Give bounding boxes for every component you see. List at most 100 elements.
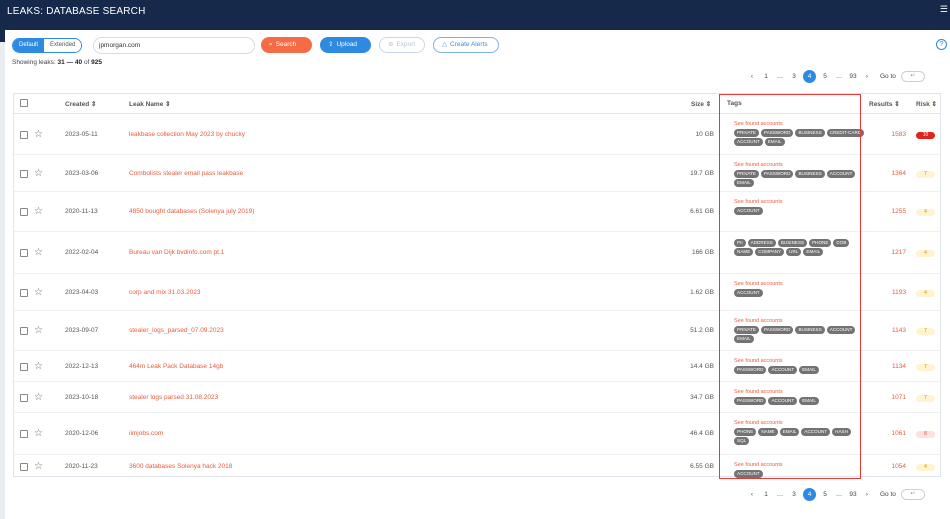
star-icon[interactable]: ☆ [34,288,43,298]
leak-size: 166 GB [691,249,714,256]
star-icon[interactable]: ☆ [34,429,43,439]
created-date: 2023-09-07 [65,327,99,334]
search-mode-toggle[interactable]: Default Extended [12,38,83,53]
created-date: 2023-05-11 [65,131,98,138]
star-icon[interactable]: ☆ [34,248,43,258]
risk-badge: 8 [916,431,935,438]
col-size[interactable]: Size ⇕ [691,100,711,108]
results-count[interactable]: 1217 [866,249,906,256]
upload-icon: ⇪ [328,41,334,48]
results-count[interactable]: 1255 [866,208,906,215]
star-icon[interactable]: ☆ [34,362,43,372]
pagination-top-next[interactable]: › [860,73,874,80]
created-date: 2020-11-23 [65,463,98,470]
pagination-top-page[interactable]: 5 [818,73,832,80]
search-icon: ⌕ [269,41,273,48]
row-checkbox[interactable] [20,463,28,471]
pagination-bottom-page[interactable]: 3 [787,491,801,498]
star-icon[interactable]: ☆ [34,130,43,140]
star-icon[interactable]: ☆ [34,462,43,472]
pagination-top-prev[interactable]: ‹ [745,73,759,80]
pagination-bottom-current-page[interactable]: 4 [803,487,816,501]
pagination-top-page[interactable]: 3 [787,73,801,80]
row-checkbox[interactable] [20,430,28,438]
search-button-label: Search [275,41,297,48]
created-date: 2020-12-06 [65,430,99,437]
leak-size: 46.4 GB [690,430,714,437]
pagination-bottom-page[interactable]: 93 [846,491,860,498]
pagination-top-current-page[interactable]: 4 [803,69,816,83]
leak-name-link[interactable]: 464m Leak Pack Database 14gb [129,363,223,370]
row-checkbox[interactable] [20,170,28,178]
star-icon[interactable]: ☆ [34,207,43,217]
export-icon: ⊕ [388,41,394,48]
star-icon[interactable]: ☆ [34,169,43,179]
results-count[interactable]: 1054 [866,463,906,470]
leak-size: 1.62 GB [690,289,714,296]
leak-name-link[interactable]: stealer logs parsed 31.08.2023 [129,394,218,401]
created-date: 2023-04-03 [65,289,99,296]
mode-default-button[interactable]: Default [13,39,45,52]
corner-icon[interactable]: ☰ [940,4,948,15]
star-icon[interactable]: ☆ [34,326,43,336]
col-results[interactable]: Results ⇕ [869,100,900,108]
row-checkbox[interactable] [20,208,28,216]
export-button-label: Export [396,41,416,48]
pagination-top-page[interactable]: … [773,73,787,80]
row-checkbox[interactable] [20,363,28,371]
results-count[interactable]: 1583 [866,131,906,138]
pagination-bottom-page[interactable]: … [773,491,787,498]
pagination-top-page[interactable]: 1 [759,73,773,80]
leak-name-link[interactable]: 3600 databases Solenya hack 2018 [129,463,232,470]
row-checkbox[interactable] [20,249,28,257]
results-count[interactable]: 1364 [866,170,906,177]
leak-name-link[interactable]: Combolists stealer email pass leakbase [129,170,243,177]
mode-extended-button[interactable]: Extended [44,39,82,52]
created-date: 2023-03-06 [65,170,99,177]
help-icon[interactable]: ? [936,39,947,50]
select-all-checkbox[interactable] [20,99,28,107]
pagination-top-goto-input[interactable]: ↵ [900,70,925,82]
leak-size: 19.7 GB [690,170,714,177]
leak-name-link[interactable]: corp and mix 31.03.2023 [129,289,201,296]
risk-badge: 7 [916,328,935,335]
leak-name-link[interactable]: stealer_logs_parsed_07.09.2023 [129,327,224,334]
results-count[interactable]: 1134 [866,363,906,370]
row-checkbox[interactable] [20,327,28,335]
export-button[interactable]: ⊕ Export [379,37,425,53]
pagination-bottom-next[interactable]: › [860,491,874,498]
leak-name-link[interactable]: 4850 bought databases (Solenya july 2019… [129,208,254,215]
results-count[interactable]: 1193 [866,289,906,296]
results-count[interactable]: 1071 [866,394,906,401]
results-count[interactable]: 1143 [866,327,906,334]
pagination-bottom-page[interactable]: … [832,491,846,498]
leak-name-link[interactable]: Bureau van Dijk bvdinfo.com pt.1 [129,249,224,256]
leak-name-link[interactable]: leakbase collection May 2023 by chucky [129,131,245,138]
row-checkbox[interactable] [20,289,28,297]
tags-highlight-box [719,94,861,479]
pagination-bottom-goto-input[interactable]: ↵ [900,488,925,500]
row-checkbox[interactable] [20,131,28,139]
results-count[interactable]: 1061 [866,430,906,437]
search-input[interactable]: jpmorgan.com [93,37,255,54]
risk-badge: 10 [916,132,935,139]
row-checkbox[interactable] [20,394,28,402]
risk-badge: 7 [916,364,935,371]
upload-button[interactable]: ⇪ Upload [320,37,371,53]
search-button[interactable]: ⌕ Search [261,37,312,53]
col-created[interactable]: Created ⇕ [65,100,96,108]
col-risk[interactable]: Risk ⇕ [916,100,937,108]
col-leak-name[interactable]: Leak Name ⇕ [129,100,171,108]
star-icon[interactable]: ☆ [34,393,43,403]
create-alerts-button[interactable]: △ Create Alerts [433,37,499,53]
page-title: LEAKS: DATABASE SEARCH [7,6,146,17]
pagination-bottom-prev[interactable]: ‹ [745,491,759,498]
pagination-bottom-page[interactable]: 1 [759,491,773,498]
pagination-top-page[interactable]: … [832,73,846,80]
pagination-bottom-page[interactable]: 5 [818,491,832,498]
leak-size: 14.4 GB [690,363,714,370]
leak-name-link[interactable]: iimjobs.com [129,430,163,437]
pagination-top-page[interactable]: 93 [846,73,860,80]
leak-size: 6.61 GB [690,208,714,215]
risk-badge: 7 [916,171,935,178]
